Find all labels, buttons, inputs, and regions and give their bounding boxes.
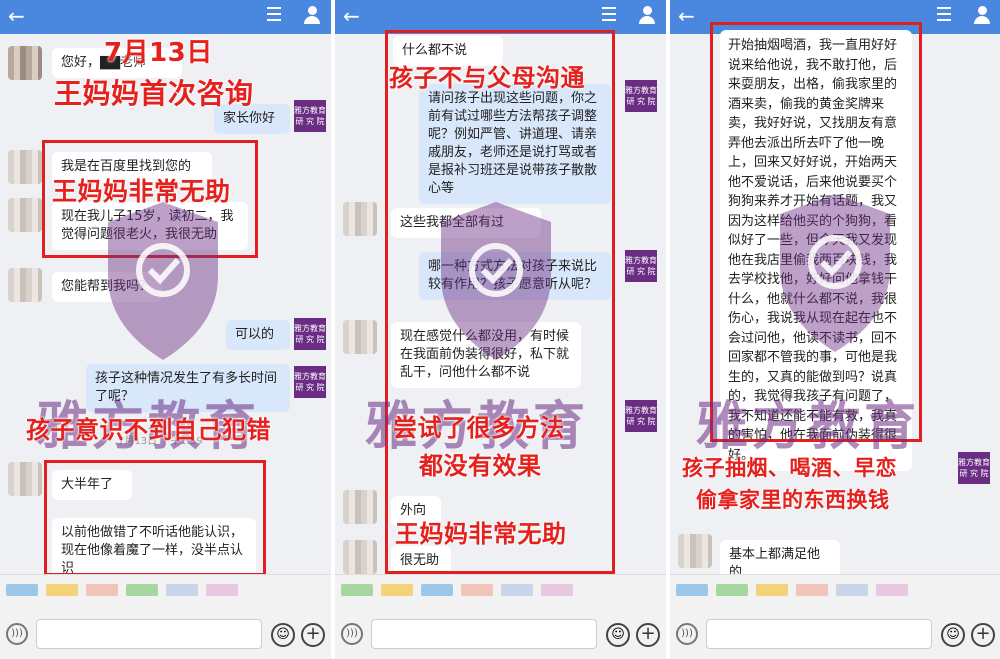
emoji-icon[interactable]: ☺ (606, 623, 630, 647)
badge: 雅方教育研 究 院 (294, 100, 326, 132)
user-icon[interactable] (973, 6, 991, 26)
avatar[interactable] (343, 320, 377, 354)
badge: 雅方教育研 究 院 (625, 80, 657, 112)
avatar[interactable] (8, 462, 42, 496)
top-bar: ← (0, 0, 331, 34)
quick-strip (676, 581, 995, 596)
avatar[interactable] (343, 490, 377, 524)
plus-icon[interactable]: + (301, 623, 325, 647)
menu-icon[interactable] (602, 7, 618, 21)
shield-check-icon (108, 202, 218, 360)
annotation-unaware: 孩子意识不到自己犯错 (26, 416, 271, 444)
annotation-first-consult: 王妈妈首次咨询 (54, 77, 254, 110)
user-icon[interactable] (638, 6, 656, 26)
annotation-behaviors: 孩子抽烟、喝酒、早恋 (682, 456, 897, 480)
annotation-stealing: 偷拿家里的东西换钱 (696, 488, 890, 512)
avatar[interactable] (343, 202, 377, 236)
plus-icon[interactable]: + (971, 623, 995, 647)
shield-check-icon (780, 194, 890, 352)
voice-icon[interactable]: ))) (6, 623, 28, 645)
arrow-left-icon[interactable]: ← (343, 4, 360, 28)
quick-strip (341, 581, 660, 596)
message-input[interactable] (371, 619, 597, 649)
message-input[interactable] (706, 619, 932, 649)
arrow-left-icon[interactable]: ← (8, 4, 25, 28)
chat-panel-2: ← 什么都不说 请问孩子出现这些问题，你之前有试过哪些方法帮孩子调整呢？例如严管… (335, 0, 666, 659)
annotation-helpless: 王妈妈非常无助 (52, 177, 231, 206)
arrow-left-icon[interactable]: ← (678, 4, 695, 28)
annotation-date: 7月13日 (104, 38, 213, 68)
menu-icon[interactable] (267, 7, 283, 21)
user-icon[interactable] (303, 6, 321, 26)
chat-panel-1: ← 您好，▇▇老师 家长你好 雅方教育研 究 院 我是在百度里找到您的 现在我儿… (0, 0, 331, 659)
badge: 雅方教育研 究 院 (294, 318, 326, 350)
menu-icon[interactable] (937, 7, 953, 21)
watermark: 雅方教育 (696, 397, 921, 457)
annotation-no-communication: 孩子不与父母沟通 (389, 64, 585, 92)
badge: 雅方教育研 究 院 (625, 250, 657, 282)
highlight-box (44, 460, 266, 576)
emoji-icon[interactable]: ☺ (271, 623, 295, 647)
voice-icon[interactable]: ))) (676, 623, 698, 645)
avatar[interactable] (8, 198, 42, 232)
avatar[interactable] (8, 150, 42, 184)
input-bar: ))) ☺ + (335, 574, 666, 659)
shield-check-icon (441, 202, 551, 360)
chat-panel-3: ← 开始抽烟喝酒，我一直用好好说来给他说，我不敢打他，后来耍朋友，出格，偷我家里… (670, 0, 1000, 659)
input-bar: ))) ☺ + (0, 574, 331, 659)
annotation-tried-methods: 尝试了很多方法 (393, 414, 565, 442)
annotation-helpless: 王妈妈非常无助 (395, 520, 567, 548)
annotation-no-effect: 都没有效果 (419, 452, 542, 480)
emoji-icon[interactable]: ☺ (941, 623, 965, 647)
avatar[interactable] (678, 534, 712, 568)
avatar[interactable] (343, 540, 377, 574)
badge: 雅方教育研 究 院 (958, 452, 990, 484)
voice-icon[interactable]: ))) (341, 623, 363, 645)
avatar[interactable] (8, 46, 42, 80)
top-bar: ← (335, 0, 666, 34)
avatar[interactable] (8, 268, 42, 302)
plus-icon[interactable]: + (636, 623, 660, 647)
input-bar: ))) ☺ + (670, 574, 1000, 659)
badge: 雅方教育研 究 院 (625, 400, 657, 432)
badge: 雅方教育研 究 院 (294, 366, 326, 398)
message-input[interactable] (36, 619, 262, 649)
message-bubble: 可以的 (226, 320, 290, 350)
quick-strip (6, 581, 325, 596)
